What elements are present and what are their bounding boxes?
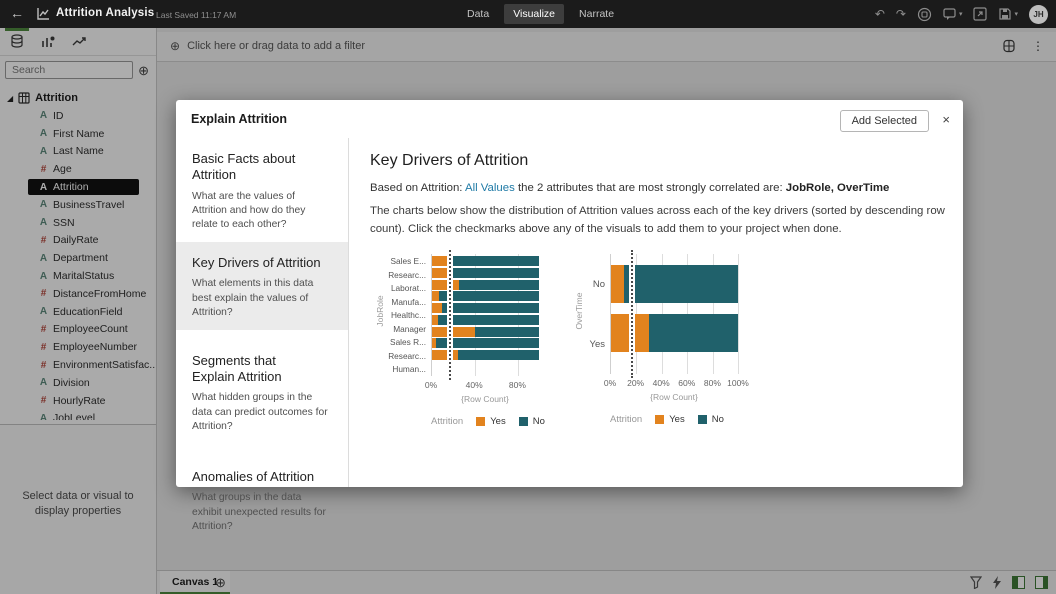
legend-label: Yes: [490, 416, 506, 427]
app-window: ← Attrition Analysis Last Saved 11:17 AM…: [0, 0, 1056, 594]
x-tick: 0%: [604, 378, 616, 388]
bar-segment-no[interactable]: [439, 291, 539, 301]
back-icon[interactable]: ←: [10, 5, 24, 21]
y-axis-title: OverTime: [574, 281, 584, 341]
legend-label: No: [712, 414, 724, 425]
legend-label: Yes: [669, 414, 685, 425]
tab-data[interactable]: Data: [458, 4, 498, 24]
mode-tabs: Data Visualize Narrate: [458, 0, 623, 28]
category-label: Human...: [385, 362, 431, 376]
x-tick: 80%: [704, 378, 721, 388]
reference-line: [447, 250, 453, 380]
bar-segment-no[interactable]: [475, 327, 539, 337]
bar-segment-yes[interactable]: [432, 327, 475, 337]
dialog-title: Explain Attrition: [191, 112, 287, 126]
legend-swatch-yes: [655, 415, 664, 424]
legend-swatch-no: [519, 417, 528, 426]
explain-content: Key Drivers of Attrition Based on Attrit…: [349, 138, 963, 487]
legend-swatch-yes: [476, 417, 485, 426]
x-tick: 80%: [509, 380, 526, 390]
bar-segment-yes[interactable]: [432, 303, 442, 313]
category-label: Manufa...: [385, 295, 431, 309]
bar-segment-yes[interactable]: [432, 350, 458, 360]
explanation-text: The charts below show the distribution o…: [370, 203, 948, 238]
legend-swatch-no: [698, 415, 707, 424]
menu-item-segments[interactable]: Segments that Explain Attrition What hid…: [176, 340, 348, 444]
category-label: Sales R...: [385, 335, 431, 349]
explain-menu: Basic Facts about Attrition What are the…: [176, 138, 349, 487]
bar-segment-yes[interactable]: [432, 280, 459, 290]
bar-segment-no[interactable]: [449, 256, 539, 266]
workbook-title: Attrition Analysis: [56, 7, 154, 19]
top-bar: ← Attrition Analysis Last Saved 11:17 AM…: [0, 0, 1056, 28]
menu-item-basic-facts[interactable]: Basic Facts about Attrition What are the…: [176, 138, 348, 242]
last-saved-label: Last Saved 11:17 AM: [156, 10, 236, 20]
bar-segment-no[interactable]: [449, 268, 539, 278]
gridline: [738, 254, 739, 374]
category-label: Yes: [584, 314, 610, 374]
user-avatar[interactable]: JH: [1029, 5, 1048, 24]
legend-item-no[interactable]: No: [698, 414, 724, 425]
category-label: Sales E...: [385, 254, 431, 268]
bar-segment-no[interactable]: [624, 265, 738, 303]
present-icon[interactable]: [973, 7, 987, 21]
bar-segment-no[interactable]: [442, 303, 539, 313]
legend-label: No: [533, 416, 545, 427]
x-tick: 100%: [727, 378, 749, 388]
overtime-chart[interactable]: OverTime NoYes 0%20%40%60%80%100% {Row C…: [569, 254, 738, 427]
category-label: Manager: [385, 322, 431, 336]
refresh-data-icon[interactable]: [917, 7, 932, 22]
tab-narrate[interactable]: Narrate: [570, 4, 623, 24]
workbook-chart-icon: [36, 7, 50, 26]
bar-segment-no[interactable]: [649, 314, 738, 352]
category-label: Laborat...: [385, 281, 431, 295]
legend: Attrition YesNo: [431, 416, 539, 427]
x-axis-title: {Row Count}: [610, 392, 738, 402]
x-axis-title: {Row Count}: [431, 394, 539, 404]
undo-icon[interactable]: ↶: [875, 7, 885, 21]
legend-item-yes[interactable]: Yes: [476, 416, 506, 427]
reference-line: [629, 250, 635, 378]
category-label: Researc...: [385, 349, 431, 363]
add-selected-button[interactable]: Add Selected: [840, 110, 929, 132]
legend-item-yes[interactable]: Yes: [655, 414, 685, 425]
content-title: Key Drivers of Attrition: [370, 152, 943, 170]
redo-icon[interactable]: ↷: [896, 7, 906, 21]
jobrole-chart[interactable]: JobRole Sales E...Researc...Laborat...Ma…: [370, 254, 539, 427]
x-tick: 40%: [466, 380, 483, 390]
comments-dropdown-icon[interactable]: ▾: [943, 8, 963, 21]
bar-segment-yes[interactable]: [432, 291, 439, 301]
legend-item-no[interactable]: No: [519, 416, 545, 427]
bar-segment-yes[interactable]: [611, 265, 624, 303]
menu-item-anomalies[interactable]: Anomalies of Attrition What groups in th…: [176, 456, 348, 544]
x-tick: 0%: [425, 380, 437, 390]
close-icon[interactable]: ×: [942, 112, 950, 127]
menu-item-key-drivers[interactable]: Key Drivers of Attrition What elements i…: [176, 242, 348, 330]
x-tick: 40%: [653, 378, 670, 388]
save-dropdown-icon[interactable]: ▾: [998, 7, 1018, 21]
bar-segment-no[interactable]: [459, 280, 539, 290]
bar-segment-no[interactable]: [458, 350, 539, 360]
category-label: Researc...: [385, 268, 431, 282]
explain-dialog: Explain Attrition Add Selected × Basic F…: [176, 100, 963, 487]
bar-segment-no[interactable]: [438, 315, 539, 325]
category-label: No: [584, 254, 610, 314]
tab-visualize[interactable]: Visualize: [504, 4, 564, 24]
x-tick: 60%: [678, 378, 695, 388]
correlation-summary: Based on Attrition: All Values the 2 att…: [370, 182, 943, 194]
y-axis-title: JobRole: [375, 281, 385, 341]
x-tick: 20%: [627, 378, 644, 388]
legend: Attrition YesNo: [610, 414, 738, 425]
all-values-link[interactable]: All Values: [465, 182, 515, 194]
category-label: Healthc...: [385, 308, 431, 322]
